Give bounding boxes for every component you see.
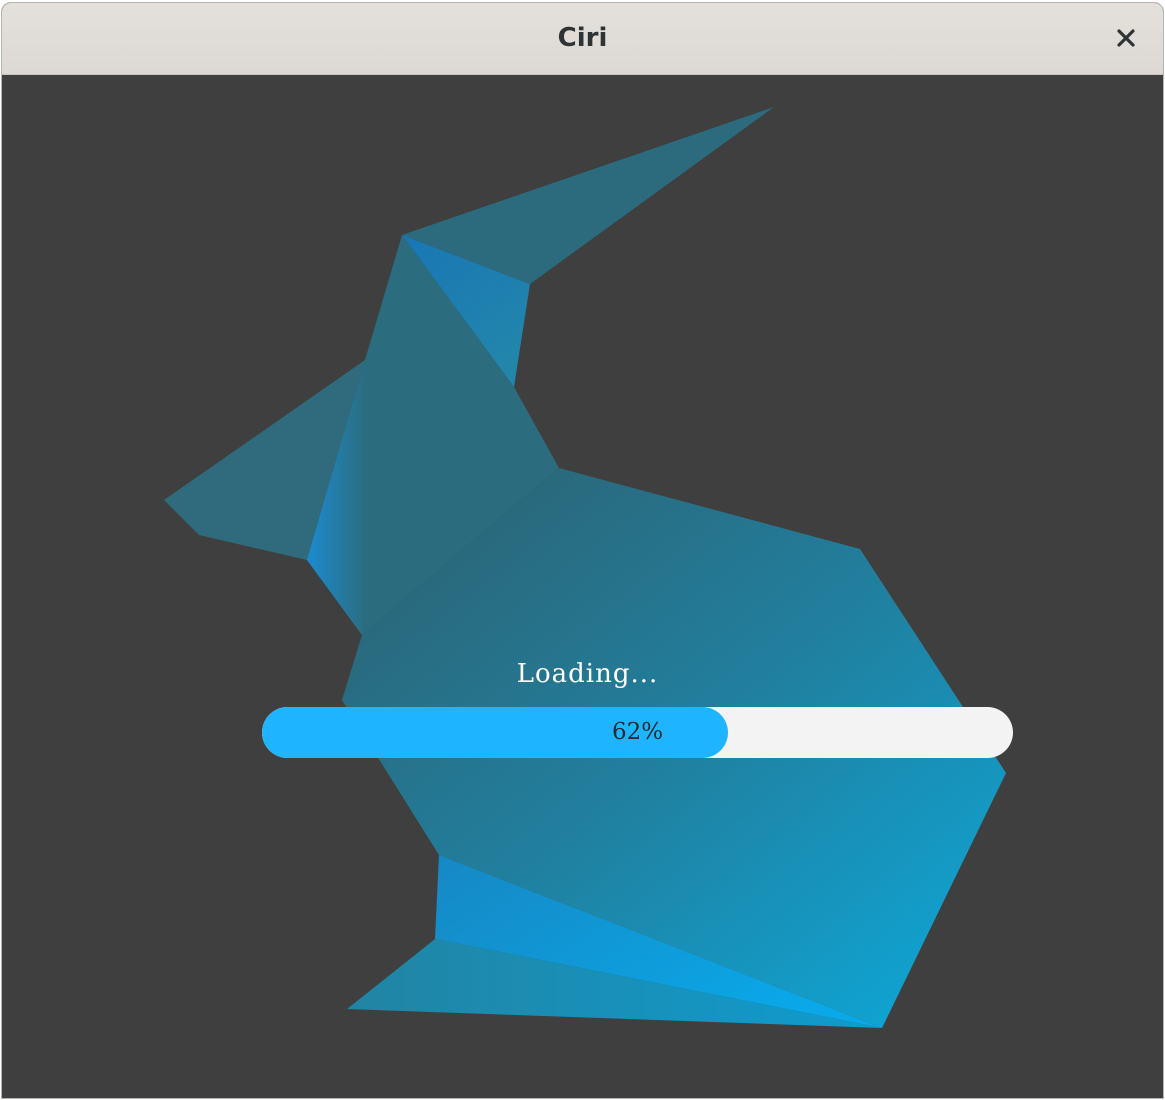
progress-percentage: 62%: [611, 719, 664, 745]
title-bar[interactable]: Ciri: [2, 3, 1163, 75]
window-title: Ciri: [557, 23, 608, 53]
close-button[interactable]: [1109, 21, 1143, 55]
progress-bar: 62%: [262, 707, 1013, 758]
origami-bunny-illustration: [164, 107, 1006, 1028]
loading-label: Loading...: [516, 659, 659, 689]
render-canvas: Loading... 62%: [2, 75, 1163, 1098]
close-icon: [1117, 29, 1135, 47]
app-window: Ciri Loading... 62%: [1, 2, 1164, 1099]
